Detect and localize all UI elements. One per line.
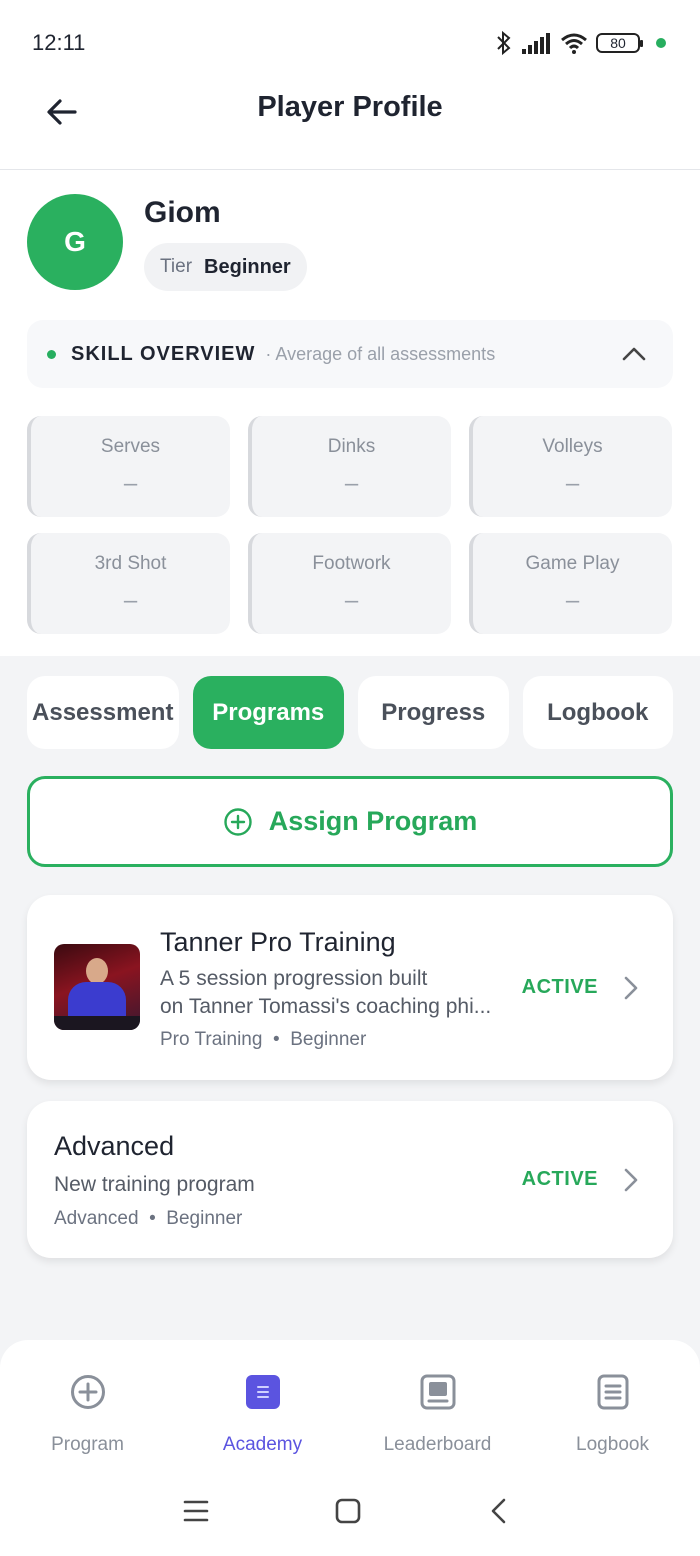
program-title: Advanced <box>54 1131 175 1161</box>
signal-icon <box>522 33 550 54</box>
status-icons: 80 <box>494 30 666 56</box>
tier-label: Tier <box>160 256 193 277</box>
skill-name: Footwork <box>312 553 391 574</box>
academy-icon <box>245 1375 280 1409</box>
status-badge: ACTIVE <box>521 1168 598 1190</box>
program-category: Advanced <box>54 1208 139 1229</box>
tab-logbook[interactable]: Logbook <box>522 676 673 749</box>
skill-name: Dinks <box>327 436 376 457</box>
plus-circle-icon <box>224 807 252 836</box>
skill-card-game-play: Game Play – <box>469 533 672 634</box>
chevron-up-icon <box>622 347 646 361</box>
chevron-right-icon <box>624 1168 638 1192</box>
page-title: Player Profile <box>257 91 443 123</box>
thumbnail-floor <box>54 1016 140 1030</box>
program-meta: Advanced • Beginner <box>54 1208 242 1230</box>
program-description-line: A 5 session progression built <box>160 967 428 990</box>
program-description: New training program <box>54 1173 255 1196</box>
program-category: Pro Training <box>160 1029 263 1050</box>
assign-program-label: Assign Program <box>268 806 478 836</box>
program-card-advanced[interactable]: Advanced New training program Advanced •… <box>27 1101 673 1258</box>
logbook-icon <box>597 1374 628 1410</box>
header: Player Profile <box>0 80 700 170</box>
skill-name: Volleys <box>542 436 603 457</box>
skill-name: Serves <box>100 436 161 457</box>
player-name: Giom <box>144 196 221 229</box>
meta-separator: • <box>149 1208 156 1229</box>
skill-status-dot <box>47 349 56 359</box>
skill-value: – <box>565 470 580 497</box>
status-dot <box>656 38 666 48</box>
skill-card-volleys: Volleys – <box>469 416 672 517</box>
bluetooth-icon <box>497 30 511 56</box>
menu-icon[interactable] <box>183 1498 209 1524</box>
status-bar: 12:11 80 <box>0 0 700 80</box>
skill-card-3rd-shot: 3rd Shot – <box>27 533 230 634</box>
skill-card-serves: Serves – <box>27 416 230 517</box>
tab-progress[interactable]: Progress <box>358 676 509 749</box>
program-level: Beginner <box>166 1208 243 1229</box>
status-time: 12:11 <box>32 30 86 55</box>
program-level: Beginner <box>290 1029 367 1050</box>
avatar: G <box>27 194 123 290</box>
skill-value: – <box>123 587 138 614</box>
program-meta: Pro Training • Beginner <box>160 1029 366 1051</box>
back-nav-icon[interactable] <box>488 1498 510 1524</box>
skill-value: – <box>344 470 359 497</box>
tier-value: Beginner <box>204 255 291 278</box>
nav-label: Leaderboard <box>383 1434 492 1455</box>
skill-overview-subtitle: · Average of all assessments <box>265 343 496 364</box>
leaderboard-icon <box>420 1374 455 1410</box>
nav-item-leaderboard[interactable]: Leaderboard <box>350 1374 525 1456</box>
skill-value: – <box>123 470 138 497</box>
skill-overview-toggle[interactable]: SKILL OVERVIEW · Average of all assessme… <box>27 320 673 388</box>
program-description-line: on Tanner Tomassi's coaching phi... <box>160 995 492 1018</box>
program-thumbnail <box>54 944 140 1030</box>
nav-label: Program <box>51 1434 124 1455</box>
skill-card-footwork: Footwork – <box>248 533 451 634</box>
profile-section: G Giom Tier Beginner SKILL OVERVIEW · Av… <box>0 170 700 656</box>
meta-separator: • <box>273 1029 280 1050</box>
skill-name: 3rd Shot <box>94 553 167 574</box>
nav-item-academy[interactable]: Academy <box>175 1374 350 1456</box>
program-card-tanner-pro-training[interactable]: Tanner Pro Training A 5 session progress… <box>27 895 673 1080</box>
system-nav-bar <box>0 1470 700 1556</box>
status-badge: ACTIVE <box>521 976 598 998</box>
battery-icon: 80 <box>596 33 643 53</box>
profile-tabs: Assessment Programs Progress Logbook <box>27 676 673 749</box>
skill-grid: Serves – Dinks – Volleys – 3rd Shot – Fo… <box>27 416 673 634</box>
chevron-right-icon <box>624 976 638 1000</box>
tab-assessment[interactable]: Assessment <box>27 676 179 749</box>
skill-overview-title: SKILL OVERVIEW <box>71 342 256 365</box>
program-description: A 5 session progression built on Tanner … <box>160 965 502 1021</box>
skill-value: – <box>344 587 359 614</box>
thumbnail-figure-head <box>86 958 108 984</box>
assign-program-button[interactable]: Assign Program <box>27 776 673 867</box>
tab-programs[interactable]: Programs <box>192 676 344 749</box>
tier-badge: Tier Beginner <box>144 243 307 291</box>
home-icon[interactable] <box>335 1498 361 1524</box>
battery-level: 80 <box>610 35 626 51</box>
skill-card-dinks: Dinks – <box>248 416 451 517</box>
skill-name: Game Play <box>525 553 620 574</box>
plus-circle-icon <box>70 1375 105 1409</box>
wifi-icon <box>561 33 587 54</box>
nav-label: Academy <box>222 1434 303 1455</box>
skill-value: – <box>565 587 580 614</box>
program-title: Tanner Pro Training <box>160 927 396 957</box>
nav-item-logbook[interactable]: Logbook <box>525 1374 700 1456</box>
nav-item-program[interactable]: Program <box>0 1374 175 1456</box>
nav-label: Logbook <box>576 1434 649 1455</box>
